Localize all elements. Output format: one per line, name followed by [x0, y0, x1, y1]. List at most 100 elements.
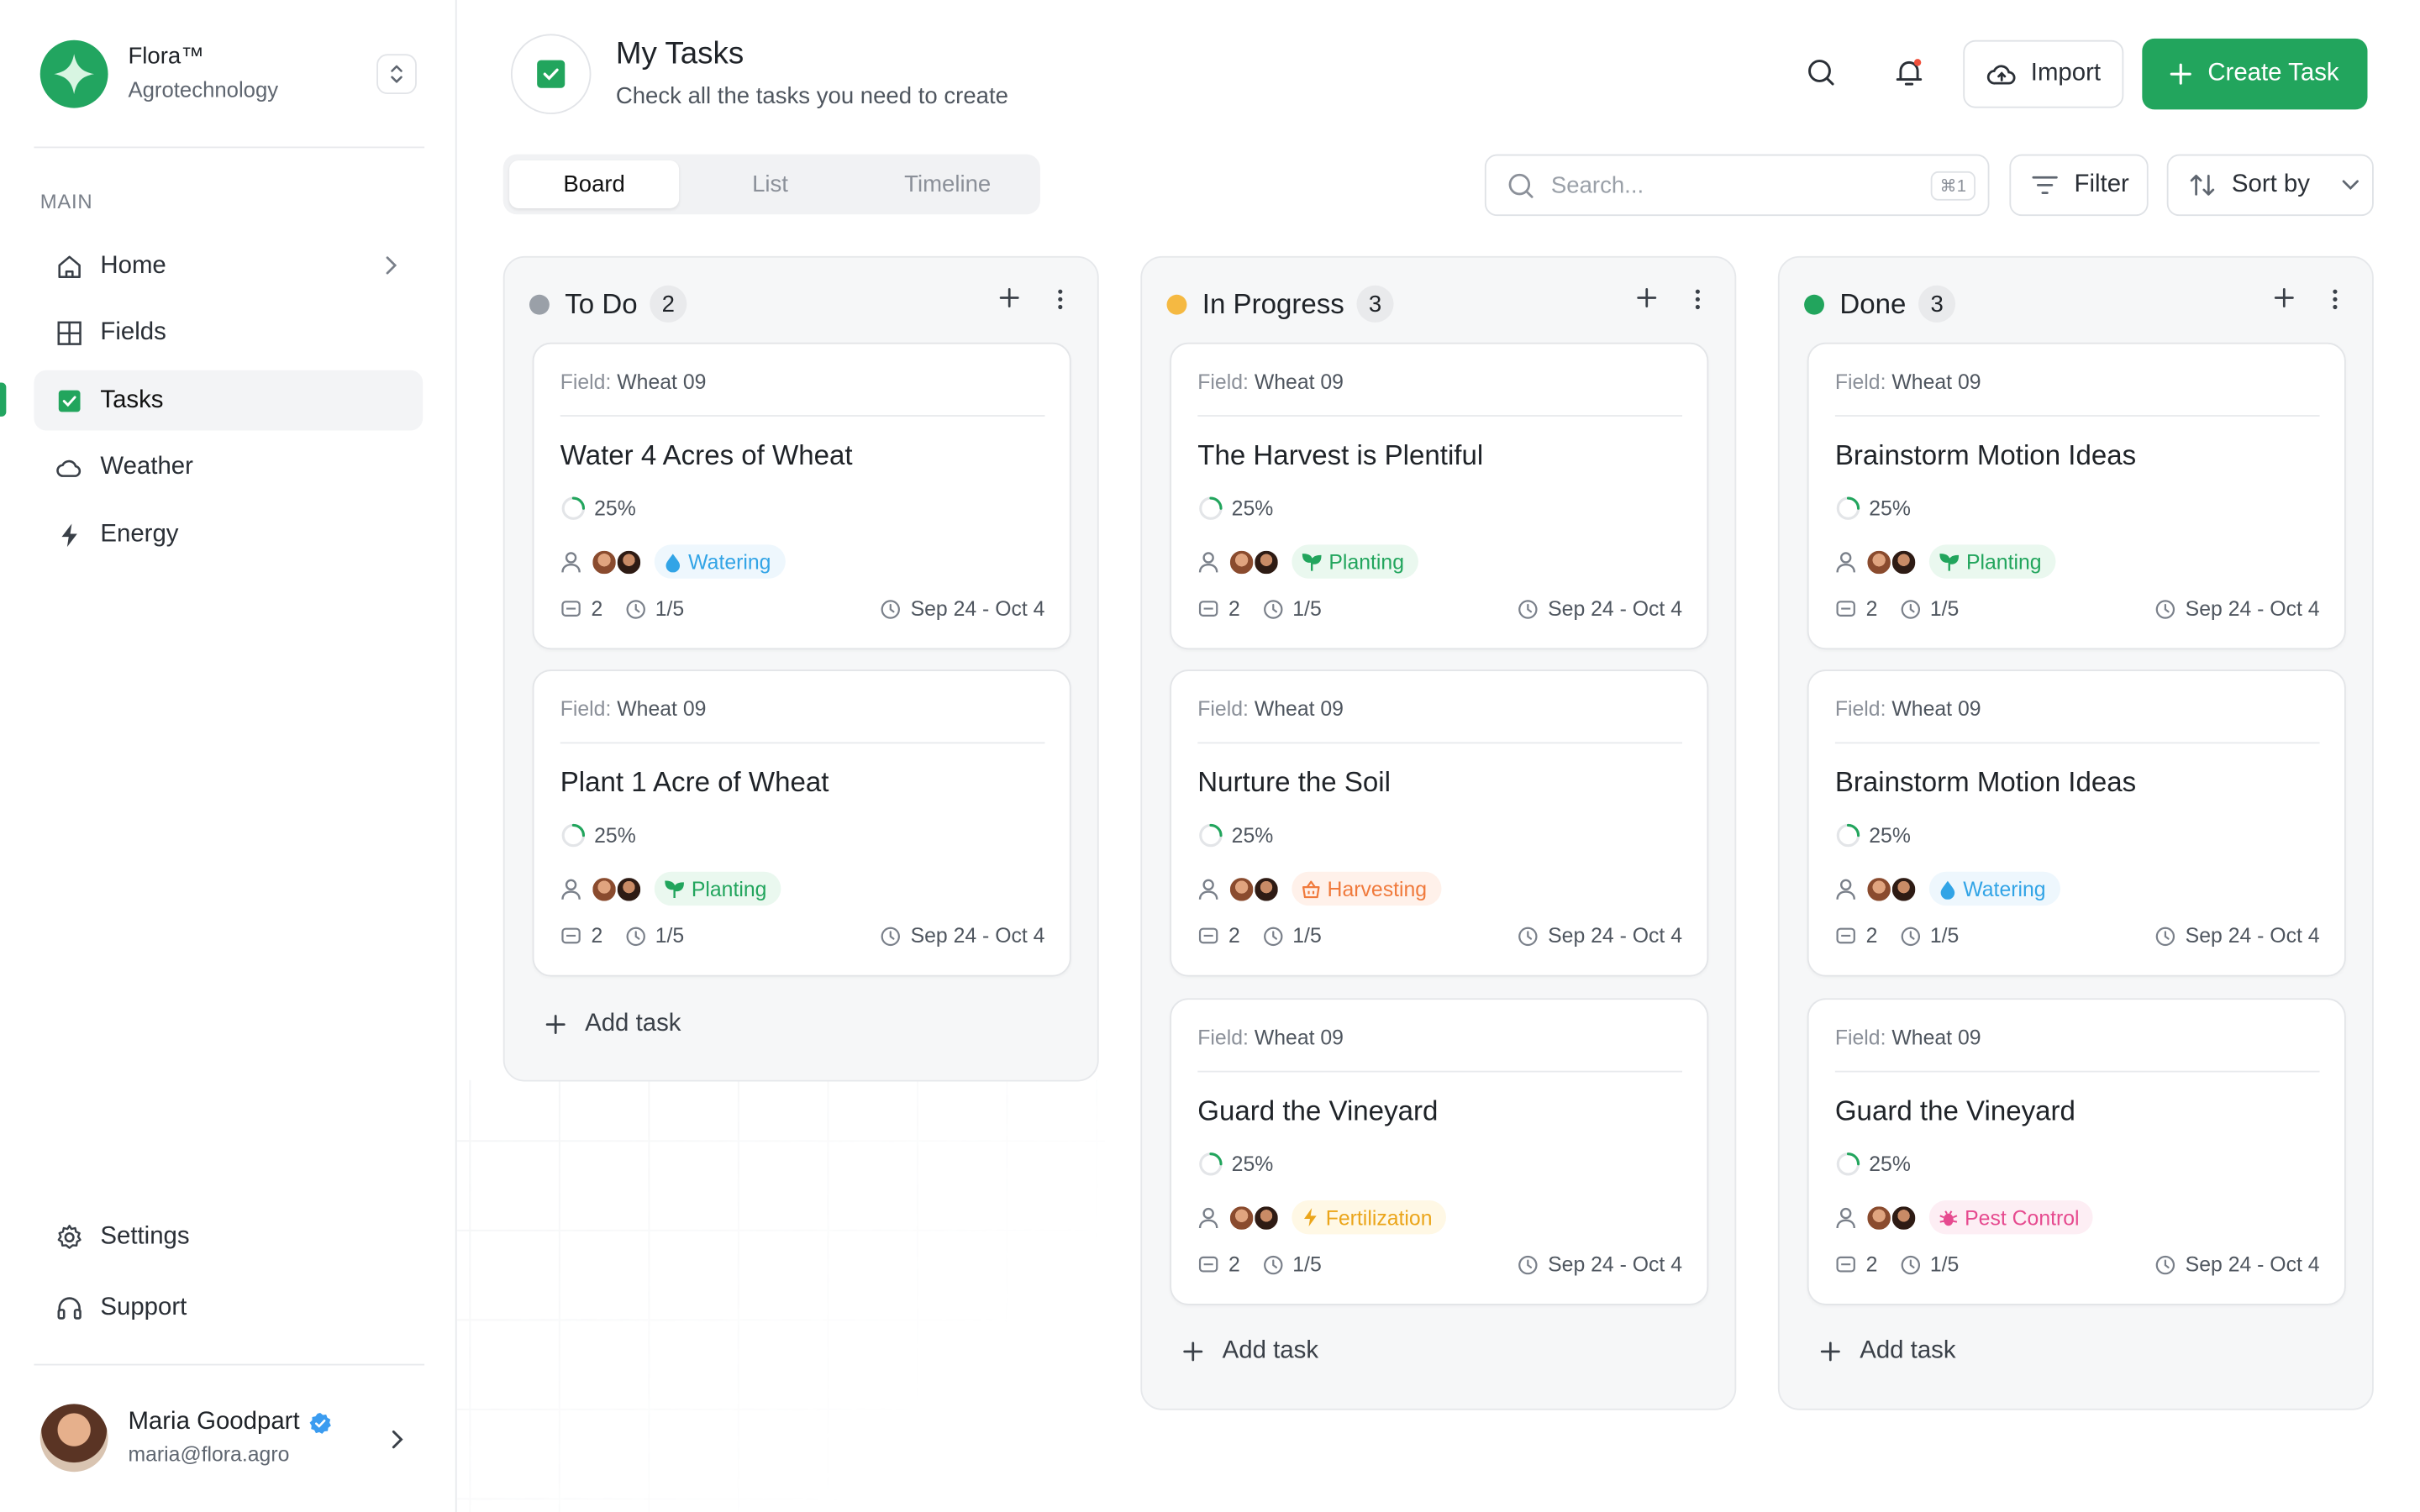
- user-icon: [1198, 878, 1218, 899]
- task-card[interactable]: Field: Wheat 09 The Harvest is Plentiful…: [1170, 342, 1709, 650]
- card-field: Field: Wheat 09: [560, 697, 707, 721]
- field-value: Wheat 09: [1891, 697, 1981, 721]
- comment-icon: [1836, 600, 1855, 617]
- comments-count: 2: [560, 924, 602, 948]
- date-value: Sep 24 - Oct 4: [2185, 1252, 2320, 1276]
- sidebar-item-label: Tasks: [100, 386, 164, 413]
- brand[interactable]: Flora™ Agrotechnology: [39, 39, 278, 108]
- field-key: Field:: [1197, 697, 1249, 721]
- comments-count: 2: [1835, 1252, 1877, 1276]
- import-button[interactable]: Import: [1963, 39, 2124, 108]
- avatar: [1253, 548, 1280, 575]
- comments-count: 2: [1835, 597, 1877, 620]
- user-profile[interactable]: Maria Goodpart maria@flora.agro: [39, 1404, 332, 1473]
- category-tag: Harvesting: [1292, 871, 1441, 906]
- sidebar-item-weather[interactable]: Weather: [34, 437, 423, 497]
- grid-icon: [57, 320, 82, 344]
- page-subtitle: Check all the tasks you need to create: [615, 83, 1008, 110]
- basket-icon: [1302, 879, 1320, 898]
- avatar: [1865, 875, 1892, 902]
- task-card[interactable]: Field: Wheat 09 Guard the Vineyard 25% F…: [1170, 998, 1709, 1305]
- task-card[interactable]: Field: Wheat 09 Guard the Vineyard 25% P…: [1807, 998, 2346, 1305]
- divider: [1197, 415, 1683, 417]
- sidebar-item-home[interactable]: Home: [34, 236, 423, 297]
- search-input[interactable]: [1550, 171, 1891, 199]
- date-value: Sep 24 - Oct 4: [1548, 1252, 1683, 1276]
- task-card[interactable]: Field: Wheat 09 Plant 1 Acre of Wheat 25…: [532, 669, 1071, 977]
- status-dot: [1166, 293, 1187, 314]
- tab-timeline[interactable]: Timeline: [865, 160, 1031, 208]
- add-task-button[interactable]: Add task: [1182, 1337, 1318, 1365]
- user-icon: [1198, 551, 1218, 572]
- user-name-row: Maria Goodpart: [128, 1405, 332, 1439]
- sort-button[interactable]: Sort by: [2166, 154, 2374, 217]
- assignees: Planting: [1835, 544, 2056, 579]
- sidebar-item-energy[interactable]: Energy: [34, 505, 423, 565]
- column-done: Done 3 Field: Wheat 09 Brainstorm Motion…: [1777, 255, 2374, 1410]
- progress-ring-icon: [1199, 1152, 1223, 1176]
- filter-button[interactable]: Filter: [2009, 154, 2149, 217]
- clock-icon: [1263, 926, 1282, 946]
- sidebar-item-label: Weather: [100, 453, 193, 480]
- add-task-button[interactable]: Add task: [544, 1011, 681, 1038]
- add-task-button[interactable]: Add task: [1819, 1337, 1956, 1365]
- clock-icon: [1518, 926, 1538, 946]
- task-card[interactable]: Field: Wheat 09 Water 4 Acres of Wheat 2…: [532, 342, 1071, 650]
- tab-list[interactable]: List: [688, 160, 852, 208]
- workspace-switcher-button[interactable]: [376, 54, 417, 95]
- divider: [34, 146, 425, 149]
- more-vertical-icon[interactable]: [1057, 288, 1063, 310]
- tag-label: Watering: [1963, 877, 2046, 900]
- task-card[interactable]: Field: Wheat 09 Brainstorm Motion Ideas …: [1807, 669, 2346, 977]
- search-icon: [1508, 172, 1534, 197]
- tag-label: Fertilization: [1325, 1205, 1433, 1229]
- date-value: Sep 24 - Oct 4: [1548, 924, 1683, 948]
- sidebar-item-tasks[interactable]: Tasks: [34, 370, 424, 431]
- divider: [1834, 415, 2320, 417]
- more-vertical-icon[interactable]: [2332, 288, 2338, 310]
- page-title: My Tasks: [615, 37, 744, 71]
- subtasks-count: 1/5: [624, 597, 684, 620]
- import-label: Import: [2030, 60, 2102, 87]
- sidebar-item-fields[interactable]: Fields: [34, 302, 423, 363]
- avatar: [1890, 1204, 1918, 1231]
- water-drop-icon: [1940, 879, 1955, 899]
- create-task-button[interactable]: Create Task: [2142, 38, 2368, 110]
- task-card[interactable]: Field: Wheat 09 Nurture the Soil 25% Har…: [1170, 669, 1709, 977]
- card-title: The Harvest is Plentiful: [1197, 439, 1484, 471]
- notifications-button[interactable]: [1887, 51, 1930, 94]
- avatar: [1865, 1204, 1892, 1231]
- avatar: [1253, 1204, 1280, 1231]
- sidebar-item-label: Fields: [100, 318, 166, 345]
- more-vertical-icon[interactable]: [1695, 288, 1701, 310]
- comments-value: 2: [1228, 596, 1240, 621]
- progress-value: 25%: [594, 823, 636, 848]
- tag-label: Pest Control: [1965, 1205, 2080, 1229]
- plus-icon[interactable]: [2273, 287, 2295, 309]
- assignees: Harvesting: [1197, 871, 1441, 906]
- column-count-badge: 3: [1356, 285, 1394, 323]
- subtasks-value: 1/5: [1929, 924, 1960, 948]
- subtasks-count: 1/5: [624, 924, 684, 948]
- tag-label: Planting: [691, 877, 767, 900]
- water-drop-icon: [666, 553, 681, 572]
- task-card[interactable]: Field: Wheat 09 Brainstorm Motion Ideas …: [1807, 342, 2346, 650]
- page-icon: [510, 34, 592, 114]
- plus-icon[interactable]: [998, 287, 1020, 309]
- create-task-label: Create Task: [2207, 60, 2339, 87]
- comment-icon: [561, 600, 581, 617]
- sidebar-item-support[interactable]: Support: [34, 1278, 423, 1338]
- search-button[interactable]: [1800, 51, 1843, 94]
- sidebar-item-settings[interactable]: Settings: [34, 1206, 423, 1267]
- progress-value: 25%: [1231, 1152, 1274, 1176]
- checkbox-icon: [537, 60, 566, 88]
- plus-icon[interactable]: [1636, 287, 1658, 309]
- plus-icon: [2170, 63, 2192, 85]
- comments-value: 2: [591, 596, 603, 621]
- filter-icon: [2032, 176, 2058, 194]
- chevron-right-icon[interactable]: [389, 1429, 404, 1451]
- field-key: Field:: [1197, 370, 1249, 394]
- tab-board[interactable]: Board: [509, 160, 680, 208]
- avatar: [1253, 875, 1280, 902]
- date-value: Sep 24 - Oct 4: [910, 924, 1045, 948]
